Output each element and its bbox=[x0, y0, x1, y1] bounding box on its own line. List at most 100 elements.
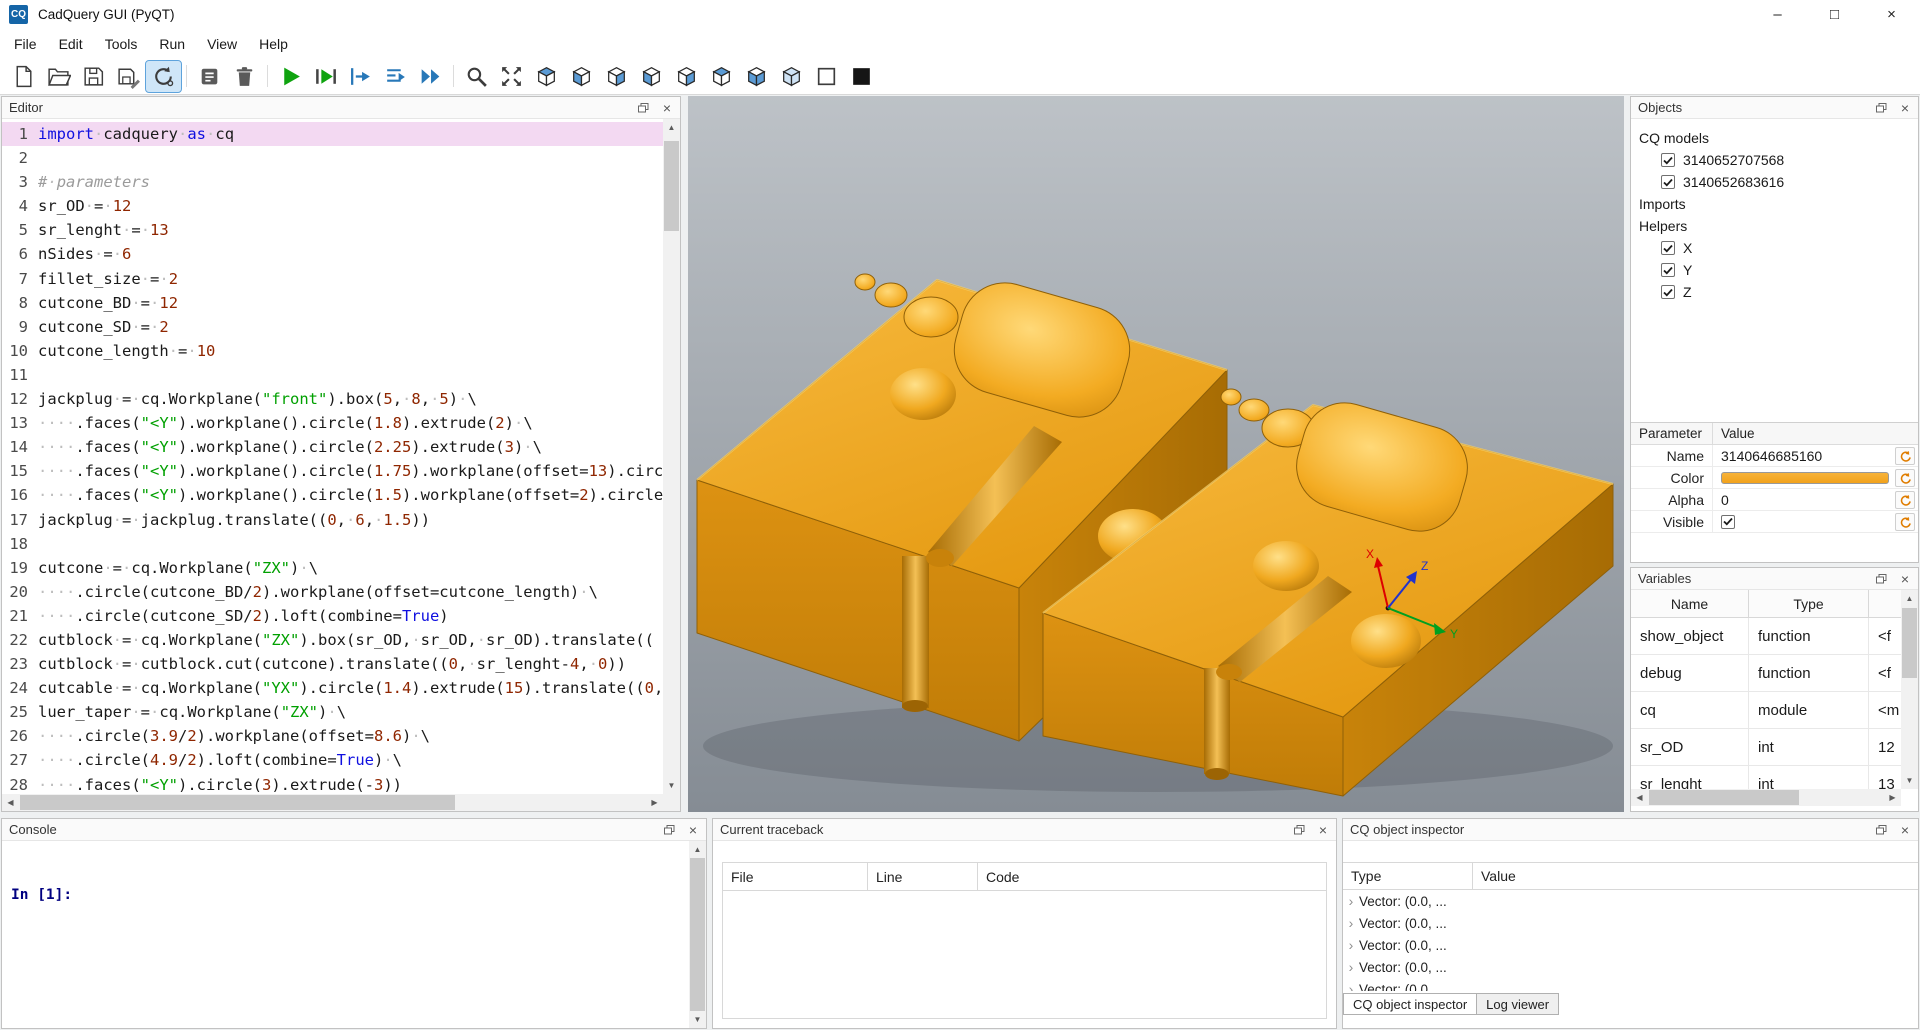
float-panel-icon[interactable] bbox=[1873, 822, 1889, 838]
console-input-area[interactable]: In [1]: bbox=[2, 841, 689, 1028]
clear-all-icon[interactable] bbox=[192, 61, 227, 92]
close-panel-icon[interactable]: × bbox=[1897, 822, 1913, 838]
editor-hscroll-thumb[interactable] bbox=[20, 795, 455, 810]
chevron-right-icon[interactable]: › bbox=[1343, 981, 1359, 991]
color-swatch[interactable] bbox=[1721, 472, 1889, 484]
editor-vscroll-thumb[interactable] bbox=[664, 141, 679, 231]
inspector-type-header[interactable]: Type bbox=[1343, 863, 1473, 889]
delete-icon[interactable] bbox=[227, 61, 262, 92]
chevron-right-icon[interactable]: › bbox=[1343, 893, 1359, 909]
save-icon[interactable] bbox=[76, 61, 111, 92]
reset-param-button[interactable] bbox=[1895, 491, 1915, 509]
console-vscroll-thumb[interactable] bbox=[690, 858, 705, 1011]
float-panel-icon[interactable] bbox=[661, 822, 677, 838]
variables-type-header[interactable]: Type bbox=[1749, 590, 1869, 617]
close-panel-icon[interactable]: × bbox=[659, 100, 675, 116]
axis-checkbox[interactable] bbox=[1661, 263, 1675, 277]
viewport-3d[interactable]: X Z Y bbox=[688, 96, 1624, 812]
tree-item-axis-x[interactable]: X bbox=[1631, 237, 1918, 259]
reset-param-button[interactable] bbox=[1895, 513, 1915, 531]
traceback-code-header[interactable]: Code bbox=[978, 863, 1326, 890]
variables-name-header[interactable]: Name bbox=[1631, 590, 1749, 617]
variable-row[interactable]: sr_OD int 12 bbox=[1631, 729, 1901, 766]
open-file-icon[interactable] bbox=[41, 61, 76, 92]
front-view-icon[interactable] bbox=[564, 61, 599, 92]
code-editor[interactable]: 1import·cadquery·as·cq23#·parameters4sr_… bbox=[2, 119, 663, 794]
visible-checkbox[interactable] bbox=[1721, 515, 1735, 529]
menu-help[interactable]: Help bbox=[248, 29, 299, 58]
float-panel-icon[interactable] bbox=[1873, 571, 1889, 587]
top-view-icon[interactable] bbox=[704, 61, 739, 92]
menu-file[interactable]: File bbox=[3, 29, 48, 58]
chevron-right-icon[interactable]: › bbox=[1343, 937, 1359, 953]
inspector-row[interactable]: ›Vector: (0.0, ... bbox=[1343, 934, 1918, 956]
traceback-line-header[interactable]: Line bbox=[868, 863, 978, 890]
variable-row[interactable]: cq module <m bbox=[1631, 692, 1901, 729]
variable-row[interactable]: show_object function <f bbox=[1631, 618, 1901, 655]
variables-hscroll-thumb[interactable] bbox=[1649, 790, 1799, 805]
inspector-row[interactable]: ›Vector: (0.0, ... bbox=[1343, 912, 1918, 934]
tree-item-helpers[interactable]: Helpers bbox=[1631, 215, 1918, 237]
console-vscrollbar[interactable]: ▲ ▼ bbox=[689, 841, 706, 1028]
scroll-up-icon[interactable]: ▲ bbox=[663, 119, 680, 136]
shaded-mode-icon[interactable] bbox=[844, 61, 879, 92]
scroll-right-icon[interactable]: ▶ bbox=[1884, 789, 1901, 806]
close-panel-icon[interactable]: × bbox=[1897, 100, 1913, 116]
left-view-icon[interactable] bbox=[634, 61, 669, 92]
scroll-left-icon[interactable]: ◀ bbox=[1631, 789, 1648, 806]
model-checkbox[interactable] bbox=[1661, 153, 1675, 167]
model-checkbox[interactable] bbox=[1661, 175, 1675, 189]
scroll-down-icon[interactable]: ▼ bbox=[663, 777, 680, 794]
close-button[interactable]: × bbox=[1863, 0, 1920, 29]
param-alpha-value[interactable]: 0 bbox=[1713, 492, 1729, 508]
scroll-down-icon[interactable]: ▼ bbox=[1901, 772, 1918, 789]
float-panel-icon[interactable] bbox=[635, 100, 651, 116]
variables-vscroll-thumb[interactable] bbox=[1902, 608, 1917, 678]
variable-row[interactable]: debug function <f bbox=[1631, 655, 1901, 692]
reset-param-button[interactable] bbox=[1895, 447, 1915, 465]
new-file-icon[interactable] bbox=[6, 61, 41, 92]
variables-vscrollbar[interactable]: ▲ ▼ bbox=[1901, 590, 1918, 789]
axis-checkbox[interactable] bbox=[1661, 241, 1675, 255]
back-view-icon[interactable] bbox=[599, 61, 634, 92]
variables-hscrollbar[interactable]: ◀ ▶ bbox=[1631, 789, 1901, 806]
float-panel-icon[interactable] bbox=[1291, 822, 1307, 838]
tab-log-viewer[interactable]: Log viewer bbox=[1476, 993, 1559, 1015]
scroll-right-icon[interactable]: ▶ bbox=[646, 794, 663, 811]
menu-tools[interactable]: Tools bbox=[94, 29, 149, 58]
menu-edit[interactable]: Edit bbox=[48, 29, 94, 58]
axis-checkbox[interactable] bbox=[1661, 285, 1675, 299]
menu-run[interactable]: Run bbox=[148, 29, 196, 58]
step-over-icon[interactable] bbox=[378, 61, 413, 92]
scroll-up-icon[interactable]: ▲ bbox=[689, 841, 706, 858]
chevron-right-icon[interactable]: › bbox=[1343, 959, 1359, 975]
zoom-icon[interactable] bbox=[459, 61, 494, 92]
inspector-value-header[interactable]: Value bbox=[1473, 863, 1918, 889]
step-icon[interactable] bbox=[343, 61, 378, 92]
tree-item-model[interactable]: 3140652683616 bbox=[1631, 171, 1918, 193]
tree-item-model[interactable]: 3140652707568 bbox=[1631, 149, 1918, 171]
variable-row[interactable]: sr_lenght int 13 bbox=[1631, 766, 1901, 789]
inspector-row[interactable]: ›Vector: (0.0, ... bbox=[1343, 956, 1918, 978]
inspector-row[interactable]: ›Vector: (0.0, ... bbox=[1343, 978, 1918, 991]
close-panel-icon[interactable]: × bbox=[685, 822, 701, 838]
debug-icon[interactable] bbox=[308, 61, 343, 92]
tree-item-imports[interactable]: Imports bbox=[1631, 193, 1918, 215]
maximize-button[interactable]: □ bbox=[1806, 0, 1863, 29]
render-icon[interactable] bbox=[273, 61, 308, 92]
right-view-icon[interactable] bbox=[669, 61, 704, 92]
tree-item-cq-models[interactable]: CQ models bbox=[1631, 127, 1918, 149]
wireframe-mode-icon[interactable] bbox=[809, 61, 844, 92]
close-panel-icon[interactable]: × bbox=[1897, 571, 1913, 587]
iso-view-icon[interactable] bbox=[529, 61, 564, 92]
editor-hscrollbar[interactable]: ◀ ▶ bbox=[2, 794, 663, 811]
bottom-view-icon[interactable] bbox=[739, 61, 774, 92]
tab-cq-object-inspector[interactable]: CQ object inspector bbox=[1343, 993, 1477, 1015]
chevron-right-icon[interactable]: › bbox=[1343, 915, 1359, 931]
reset-param-button[interactable] bbox=[1895, 469, 1915, 487]
fit-view-icon[interactable] bbox=[494, 61, 529, 92]
tree-item-axis-y[interactable]: Y bbox=[1631, 259, 1918, 281]
scroll-down-icon[interactable]: ▼ bbox=[689, 1011, 706, 1028]
save-as-icon[interactable] bbox=[111, 61, 146, 92]
continue-icon[interactable] bbox=[413, 61, 448, 92]
